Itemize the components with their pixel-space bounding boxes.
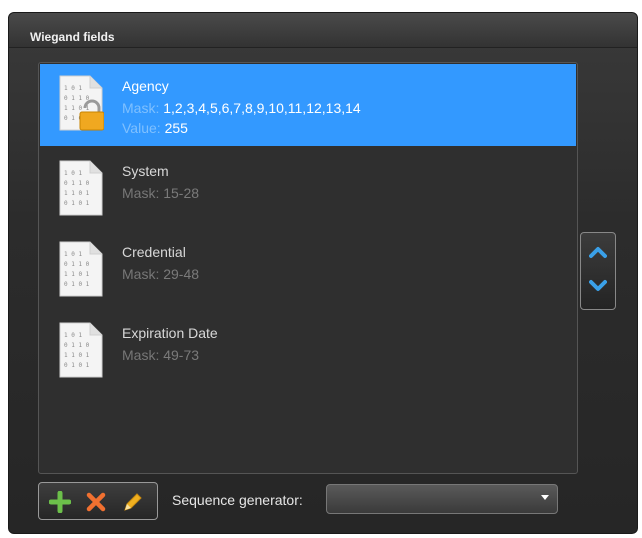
chevron-down-icon[interactable] — [589, 277, 607, 295]
field-name: Expiration Date — [122, 325, 218, 341]
mask-label: Mask: — [122, 185, 160, 201]
document-icon: 1 0 1 0 1 1 0 1 1 0 1 0 1 0 1 — [59, 322, 103, 378]
mask-value: 1,2,3,4,5,6,7,8,9,10,11,12,13,14 — [163, 100, 361, 116]
svg-text:1 1 0 1: 1 1 0 1 — [64, 190, 90, 197]
value-line: Value: 255 — [122, 120, 188, 136]
svg-text:0 1 0 1: 0 1 0 1 — [64, 200, 90, 207]
svg-text:1 0 1: 1 0 1 — [64, 85, 82, 92]
caret-down-icon — [541, 495, 549, 500]
sequence-generator-select[interactable] — [326, 484, 558, 514]
plus-icon[interactable] — [49, 491, 71, 513]
svg-text:1 1 0 1: 1 1 0 1 — [64, 271, 90, 278]
list-item-system[interactable]: 1 0 1 0 1 1 0 1 1 0 1 0 1 0 1 System Mas… — [40, 149, 576, 231]
mask-value: 49-73 — [163, 347, 200, 363]
panel-title: Wiegand fields — [30, 30, 115, 44]
svg-text:1 1 0 1: 1 1 0 1 — [64, 352, 90, 359]
field-name: Credential — [122, 244, 186, 260]
svg-text:0 1 0 1: 0 1 0 1 — [64, 281, 90, 288]
x-icon[interactable] — [85, 491, 107, 513]
value-value: 255 — [164, 120, 188, 136]
sequence-generator-label: Sequence generator: — [172, 492, 303, 508]
svg-text:1 0 1: 1 0 1 — [64, 170, 82, 177]
mask-line: Mask: 49-73 — [122, 347, 199, 363]
mask-line: Mask: 1,2,3,4,5,6,7,8,9,10,11,12,13,14 — [122, 100, 361, 116]
mask-value: 15-28 — [163, 185, 200, 201]
list-item-credential[interactable]: 1 0 1 0 1 1 0 1 1 0 1 0 1 0 1 Credential… — [40, 230, 576, 312]
svg-text:0 1 1 0: 0 1 1 0 — [64, 95, 90, 102]
value-label: Value: — [122, 120, 161, 136]
document-lock-icon: 1 0 1 0 1 1 0 1 1 0 1 0 1 0 — [59, 75, 104, 131]
field-name: System — [122, 163, 169, 179]
mask-label: Mask: — [122, 100, 160, 116]
document-icon: 1 0 1 0 1 1 0 1 1 0 1 0 1 0 1 — [59, 160, 103, 216]
svg-text:0 1 1 0: 0 1 1 0 — [64, 261, 90, 268]
field-name: Agency — [122, 78, 169, 94]
list-item-expiration-date[interactable]: 1 0 1 0 1 1 0 1 1 0 1 0 1 0 1 Expiration… — [40, 311, 576, 393]
mask-value: 29-48 — [163, 266, 200, 282]
pencil-icon[interactable] — [121, 491, 143, 513]
svg-text:1 0 1: 1 0 1 — [64, 332, 82, 339]
document-icon: 1 0 1 0 1 1 0 1 1 0 1 0 1 0 1 — [59, 241, 103, 297]
reorder-buttons — [580, 232, 616, 310]
mask-label: Mask: — [122, 347, 160, 363]
svg-text:1 0 1: 1 0 1 — [64, 251, 82, 258]
list-item-agency[interactable]: 1 0 1 0 1 1 0 1 1 0 1 0 1 0 Agency Mask:… — [40, 64, 576, 146]
mask-label: Mask: — [122, 266, 160, 282]
wiegand-field-list[interactable]: 1 0 1 0 1 1 0 1 1 0 1 0 1 0 Agency Mask:… — [38, 62, 578, 474]
mask-line: Mask: 29-48 — [122, 266, 199, 282]
mask-line: Mask: 15-28 — [122, 185, 199, 201]
field-toolbar — [38, 482, 158, 520]
svg-text:0 1 1 0: 0 1 1 0 — [64, 342, 90, 349]
svg-text:0 1 0 1: 0 1 0 1 — [64, 362, 90, 369]
svg-text:0 1 1 0: 0 1 1 0 — [64, 180, 90, 187]
chevron-up-icon[interactable] — [589, 243, 607, 261]
